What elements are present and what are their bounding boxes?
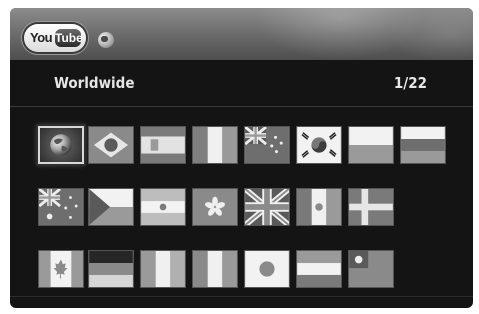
poland-flag-icon — [349, 127, 393, 163]
france-flag-icon — [193, 127, 237, 163]
mexico-flag-icon — [297, 189, 341, 225]
youtube-logo: You Tube — [24, 24, 86, 52]
japan-flag-icon — [245, 251, 289, 287]
country-tile-japan[interactable] — [244, 250, 290, 288]
canada-flag-icon — [39, 251, 83, 287]
czech-flag-icon — [89, 189, 133, 225]
country-tile-united-kingdom[interactable] — [244, 188, 290, 226]
germany-flag-icon — [89, 251, 133, 287]
youtube-app-screen: You Tube Worldwide 1/22 — [10, 8, 473, 308]
divider — [10, 106, 473, 107]
region-title: Worldwide — [54, 74, 135, 92]
country-tile-worldwide[interactable] — [38, 126, 84, 164]
country-tile-argentina[interactable] — [140, 188, 186, 226]
country-tile-australia[interactable] — [38, 188, 84, 226]
country-tile-ireland[interactable] — [140, 250, 186, 288]
globe-icon — [98, 32, 114, 48]
country-tile-spain[interactable] — [140, 126, 186, 164]
brazil-flag-icon — [89, 127, 133, 163]
country-tile-canada[interactable] — [38, 250, 84, 288]
russia-flag-icon — [401, 127, 445, 163]
united-kingdom-flag-icon — [245, 189, 289, 225]
country-tile-sweden[interactable] — [348, 188, 394, 226]
country-tile-france[interactable] — [192, 126, 238, 164]
netherlands-flag-icon — [297, 251, 341, 287]
logo-tube-text: Tube — [55, 29, 83, 47]
country-tile-south-korea[interactable] — [296, 126, 342, 164]
page-indicator: 1/22 — [393, 74, 427, 92]
country-tile-russia[interactable] — [400, 126, 446, 164]
new-zealand-flag-icon — [245, 127, 289, 163]
ireland-flag-icon — [141, 251, 185, 287]
italy-flag-icon — [193, 251, 237, 287]
country-tile-czech-republic[interactable] — [88, 188, 134, 226]
hong-kong-flag-icon — [193, 189, 237, 225]
country-tile-new-zealand[interactable] — [244, 126, 290, 164]
bottom-divider — [10, 296, 473, 297]
logo-you-text: You — [30, 30, 53, 45]
taiwan-flag-icon — [349, 251, 393, 287]
top-bar: You Tube — [10, 8, 473, 60]
south-korea-flag-icon — [297, 127, 341, 163]
argentina-flag-icon — [141, 189, 185, 225]
australia-flag-icon — [39, 189, 83, 225]
country-tile-hong-kong[interactable] — [192, 188, 238, 226]
country-tile-italy[interactable] — [192, 250, 238, 288]
country-tile-brazil[interactable] — [88, 126, 134, 164]
sweden-flag-icon — [349, 189, 393, 225]
country-tile-poland[interactable] — [348, 126, 394, 164]
country-tile-netherlands[interactable] — [296, 250, 342, 288]
globe-icon — [50, 134, 72, 156]
country-tile-germany[interactable] — [88, 250, 134, 288]
country-tile-taiwan[interactable] — [348, 250, 394, 288]
country-tile-mexico[interactable] — [296, 188, 342, 226]
spain-flag-icon — [141, 127, 185, 163]
